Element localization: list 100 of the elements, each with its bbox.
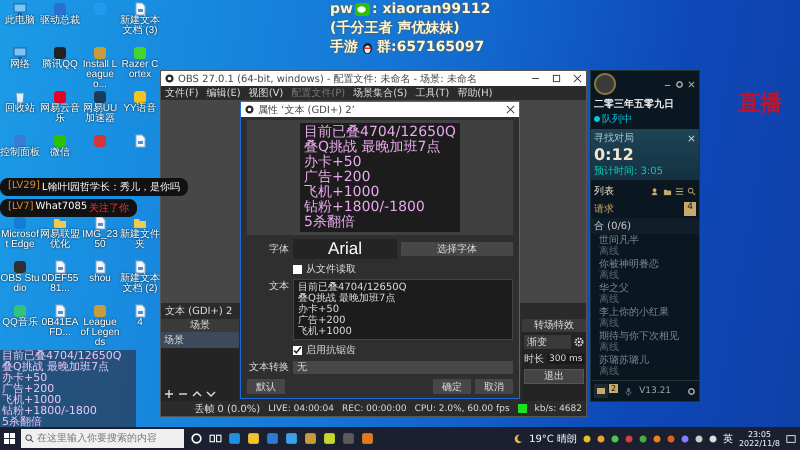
settings-icon[interactable] (687, 386, 696, 396)
icon-label: OBS Studio (0, 274, 40, 294)
app-icon[interactable] (228, 432, 241, 445)
app-icon[interactable] (304, 432, 317, 445)
app-icon[interactable] (13, 216, 27, 230)
section-title: 列表 (594, 184, 614, 198)
app-icon[interactable] (247, 432, 260, 445)
close-icon[interactable] (506, 105, 515, 114)
cortana-icon[interactable] (190, 432, 203, 445)
defaults-button[interactable]: 默认 (247, 379, 285, 394)
transition-dropdown[interactable]: 渐变 (524, 335, 571, 349)
recycle-bin-icon[interactable] (13, 90, 27, 104)
friend-name: 期待与你下次相见 (599, 331, 680, 342)
app-icon[interactable] (93, 90, 107, 104)
list-icon[interactable] (675, 186, 684, 196)
chat-text: What7085 (35, 201, 88, 214)
count-badge: 4 (684, 202, 696, 216)
friend-name: 华之父 (599, 283, 630, 294)
icon-label: 控制面板 (0, 148, 40, 158)
menu-item[interactable]: 文件(F) (165, 86, 199, 100)
icon-label: 0DEF5581... (40, 274, 80, 294)
player-name: 二零三年五零九日 (593, 98, 675, 111)
font-preview: Arial (293, 239, 397, 259)
menu-item[interactable]: 编辑(E) (206, 86, 241, 100)
penguin-icon (360, 41, 375, 54)
caption-text: 群:657165097 (377, 38, 484, 57)
notification-icon[interactable] (786, 434, 796, 444)
app-icon[interactable] (361, 432, 374, 445)
icon-label: Install League o... (82, 60, 118, 90)
ok-button[interactable]: 确定 (433, 379, 471, 394)
menu-item[interactable]: 帮助(H) (457, 86, 493, 100)
menu-item[interactable]: 工具(T) (415, 86, 450, 100)
text-input[interactable]: 目前已叠4704/12650Q 叠Q挑战 最晚加班7点 办卡+50 广告+200 飞机+1000 (293, 279, 513, 340)
maximize-icon[interactable] (552, 74, 561, 83)
field-label: 文本 (268, 280, 289, 293)
settings-icon[interactable] (675, 80, 684, 88)
app-icon[interactable] (53, 46, 67, 60)
queue-timer: 0:12 (594, 145, 635, 164)
close-icon[interactable] (687, 80, 696, 88)
field-label: 字体 (268, 242, 289, 256)
friend-status: 离线 (599, 294, 620, 305)
exit-button[interactable]: 退出 (524, 369, 584, 384)
chat-action: 关注了你 (89, 202, 130, 215)
choose-font-button[interactable]: 选择字体 (401, 242, 513, 256)
friend-item[interactable]: 你被神明眷恋 离线 (591, 258, 699, 282)
friend-item[interactable]: 李上你的小红果 离线 (591, 306, 699, 330)
preview-text: 钻粉+1800/-1800 (304, 200, 426, 215)
icon-label: Razer Cortex (120, 60, 160, 80)
app-icon[interactable] (323, 432, 336, 445)
add-friend-icon[interactable] (651, 186, 660, 196)
friend-item[interactable]: 期待与你下次相见 离线 (591, 330, 699, 354)
chevron-up-icon[interactable] (192, 389, 202, 399)
friend-status: 离线 (599, 318, 620, 329)
version-text: V13.21 (639, 386, 672, 396)
requests-label[interactable]: 请求 (594, 202, 614, 216)
panel-header: 转场特效 (522, 319, 586, 332)
settings-icon[interactable] (574, 337, 584, 347)
window-title: OBS 27.0.1 (64-bit, windows) - 配置文件: 未命名 - 场景: 未命名 (178, 72, 478, 86)
dialog-title: 属性 ‘文本 (GDI+) 2’ (258, 104, 356, 116)
chevron-down-icon[interactable] (206, 389, 216, 399)
menu-item[interactable]: 视图(V) (248, 86, 284, 100)
app-icon[interactable] (285, 432, 298, 445)
checkbox[interactable] (293, 346, 302, 354)
source-name: 文本 (GDI+) 2 (165, 306, 232, 317)
windows-logo-icon[interactable] (4, 433, 15, 444)
friend-status: 离线 (599, 246, 620, 257)
checkbox-label: 启用抗锯齿 (306, 344, 356, 357)
status-text: 丢帧 0 (0.0%) (194, 402, 260, 416)
close-icon[interactable] (573, 74, 582, 83)
clock[interactable]: 23:05 2022/11/8 (738, 430, 780, 448)
task-view-icon[interactable] (209, 432, 222, 445)
transform-dropdown[interactable]: 无 (293, 360, 513, 374)
app-logo-icon (165, 74, 174, 83)
friend-item[interactable]: 华之父 离线 (591, 282, 699, 306)
duration-field[interactable]: 300 ms (547, 354, 584, 364)
menu-item[interactable]: 场景集合(S) (353, 86, 408, 100)
add-icon[interactable] (164, 389, 174, 399)
input-method[interactable]: 英 (722, 432, 733, 446)
status-icon (594, 116, 600, 122)
file-icon[interactable] (93, 216, 107, 230)
app-icon[interactable] (13, 260, 27, 274)
icon-label: IMG_2350 (81, 230, 119, 250)
folder-icon[interactable] (663, 186, 672, 196)
friend-name: 你被神明眷恋 (599, 259, 660, 270)
friend-item[interactable]: 苏璐苏璐儿 离线 (591, 354, 699, 378)
search-icon[interactable] (687, 186, 696, 196)
scene-item[interactable]: 场景 (161, 332, 239, 348)
preview-text: 广告+200 (304, 170, 372, 185)
microphone-icon[interactable] (624, 386, 634, 396)
group-header[interactable]: 合 (0/6) (591, 218, 699, 234)
friend-item[interactable]: 世间凡半 离线 (591, 234, 699, 258)
friend-name: 世间凡半 (599, 235, 640, 246)
cancel-button[interactable]: 取消 (475, 379, 513, 394)
weather-text: 19°C 晴朗 (529, 432, 577, 446)
chat-button[interactable] (594, 384, 608, 398)
icon-label: YY语音 (122, 104, 158, 114)
status-text: kb/s: 4682 (534, 404, 582, 414)
checkbox[interactable] (293, 264, 302, 274)
overlay-text: 广告+200 (2, 383, 54, 394)
icon-label: 网易联盟优化 (40, 230, 80, 250)
